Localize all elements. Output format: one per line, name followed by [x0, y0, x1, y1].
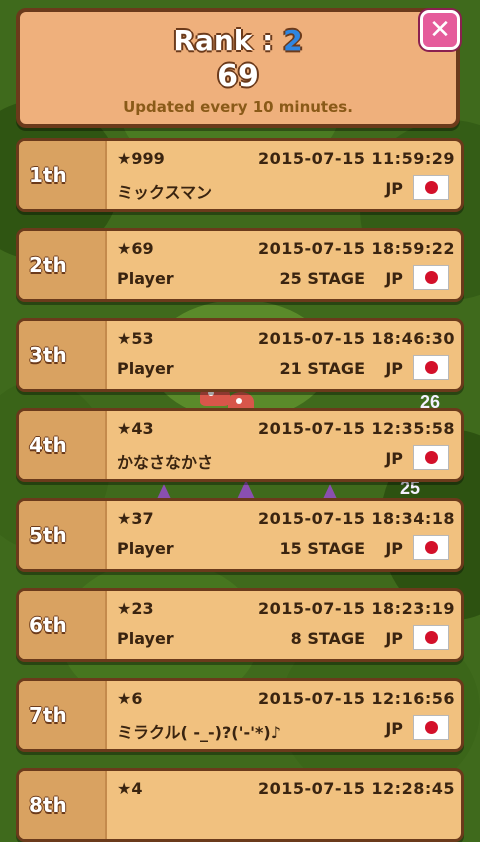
rank-position: 6th [19, 591, 107, 659]
timestamp: 2015-07-15 18:34:18 [257, 509, 455, 528]
star-count: ★69 [117, 239, 154, 258]
japan-flag-icon [413, 265, 449, 290]
star-count: ★37 [117, 509, 154, 528]
rank-position: 2th [19, 231, 107, 299]
timestamp: 2015-07-15 12:28:45 [257, 779, 455, 798]
japan-flag-icon [413, 535, 449, 560]
player-name: Player [117, 359, 174, 378]
star-count: ★53 [117, 329, 154, 348]
rank-position: 7th [19, 681, 107, 749]
timestamp: 2015-07-15 18:23:19 [257, 599, 455, 618]
japan-flag-icon [413, 175, 449, 200]
player-name: Player [117, 539, 174, 558]
country-code: JP [385, 449, 403, 468]
player-name: Player [117, 629, 174, 648]
flag-circle [424, 451, 438, 464]
player-name: ミラクル( -_-)?('-'*)♪ [117, 723, 281, 742]
japan-flag-icon [413, 445, 449, 470]
rank-position: 4th [19, 411, 107, 479]
star-count: ★23 [117, 599, 154, 618]
star-count: ★999 [117, 149, 165, 168]
ranking-row[interactable]: 3th ★53 2015-07-15 18:46:30 Player 21 STAGE J… [16, 318, 464, 392]
rank-value: 2 [283, 24, 303, 57]
score-value: 69 [217, 59, 259, 94]
country-code: JP [385, 719, 403, 738]
flag-circle [424, 181, 438, 194]
timestamp: 2015-07-15 12:35:58 [257, 419, 455, 438]
country-code: JP [385, 539, 403, 558]
ranking-row[interactable]: 8th ★4 2015-07-15 12:28:45 [16, 768, 464, 842]
ranking-row[interactable]: 5th ★37 2015-07-15 18:34:18 Player 15 STAGE J… [16, 498, 464, 572]
stage-label: 15 STAGE [279, 539, 365, 558]
ranking-row[interactable]: 2th ★69 2015-07-15 18:59:22 Player 25 STAGE J… [16, 228, 464, 302]
ranking-row[interactable]: 4th ★43 2015-07-15 12:35:58 かなさなかさ JP [16, 408, 464, 482]
close-icon: ✕ [429, 15, 451, 45]
rank-position: 1th [19, 141, 107, 209]
star-count: ★43 [117, 419, 154, 438]
player-name: かなさなかさ [117, 453, 214, 472]
ranking-row[interactable]: 6th ★23 2015-07-15 18:23:19 Player 8 STAGE JP [16, 588, 464, 662]
star-count: ★6 [117, 689, 143, 708]
stage-label: 8 STAGE [290, 629, 365, 648]
country-code: JP [385, 359, 403, 378]
flag-circle [424, 721, 438, 734]
timestamp: 2015-07-15 12:16:56 [257, 689, 455, 708]
rank-line: Rank : 2 [20, 24, 456, 57]
flag-circle [424, 271, 438, 284]
timestamp: 2015-07-15 18:46:30 [257, 329, 455, 348]
country-code: JP [385, 269, 403, 288]
timestamp: 2015-07-15 11:59:29 [257, 149, 455, 168]
stage-label: 25 STAGE [279, 269, 365, 288]
country-code: JP [385, 629, 403, 648]
star-count: ★4 [117, 779, 143, 798]
ranking-row[interactable]: 7th ★6 2015-07-15 12:16:56 ミラクル( -_-)?('-'*… [16, 678, 464, 752]
country-code: JP [385, 179, 403, 198]
japan-flag-icon [413, 715, 449, 740]
rank-position: 8th [19, 771, 107, 839]
player-name: ミックスマン [117, 183, 213, 202]
flag-circle [424, 631, 438, 644]
japan-flag-icon [413, 625, 449, 650]
timestamp: 2015-07-15 18:59:22 [257, 239, 455, 258]
japan-flag-icon [413, 355, 449, 380]
flag-circle [424, 541, 438, 554]
stage-label: 21 STAGE [279, 359, 365, 378]
player-name: Player [117, 269, 174, 288]
update-note: Updated every 10 minutes. [123, 98, 353, 116]
rank-position: 5th [19, 501, 107, 569]
flag-circle [424, 361, 438, 374]
rank-summary-panel: Rank : 2 69 Updated every 10 minutes. [16, 8, 460, 128]
close-button[interactable]: ✕ [420, 10, 460, 50]
rank-position: 3th [19, 321, 107, 389]
rank-label: Rank : [173, 24, 274, 57]
ranking-row[interactable]: 1th ★999 2015-07-15 11:59:29 ミックスマン JP [16, 138, 464, 212]
